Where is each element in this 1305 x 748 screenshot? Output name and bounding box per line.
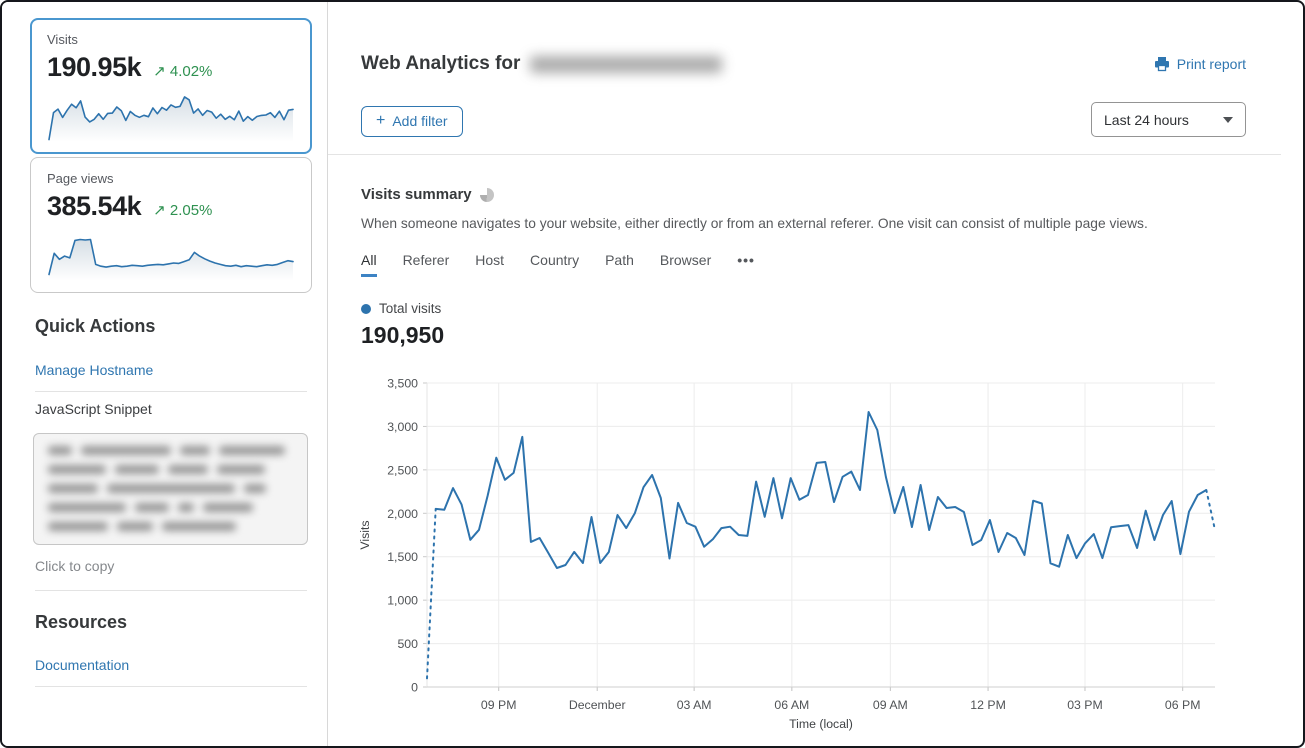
visits-summary-description: When someone navigates to your website, … [361,216,1263,231]
divider [328,154,1281,155]
visits-sparkline [47,91,295,143]
tab-referer[interactable]: Referer [403,252,450,277]
tab-path[interactable]: Path [605,252,634,277]
svg-text:December: December [569,698,626,712]
js-snippet-label: JavaScript Snippet [35,401,152,417]
sidebar: Visits 190.95k ↗ 4.02% Page views 385.54… [2,2,328,746]
total-visits-value: 190,950 [361,322,444,349]
main-content: Web Analytics for Print report + Add fil… [328,2,1303,746]
trend-up-icon: ↗ [153,63,166,80]
svg-text:06 AM: 06 AM [774,698,809,712]
metric-card-label: Page views [47,171,295,186]
metric-card-visits[interactable]: Visits 190.95k ↗ 4.02% [30,18,312,154]
chevron-down-icon [1223,117,1233,123]
trend-up-icon: ↗ [153,202,166,219]
tab-browser[interactable]: Browser [660,252,711,277]
documentation-link[interactable]: Documentation [35,657,129,673]
legend-label: Total visits [379,301,441,316]
svg-text:Time (local): Time (local) [789,717,853,731]
svg-text:Visits: Visits [358,520,372,549]
divider [35,686,307,687]
svg-text:12 PM: 12 PM [970,698,1006,712]
svg-text:09 AM: 09 AM [873,698,908,712]
metric-card-change: ↗ 2.05% [153,201,212,219]
svg-text:0: 0 [411,681,418,695]
click-to-copy-hint: Click to copy [35,558,114,574]
redacted-text-line [48,484,293,493]
redacted-text-line [48,503,293,512]
printer-icon [1154,56,1170,72]
svg-text:1,500: 1,500 [387,550,418,564]
metric-card-label: Visits [47,32,295,47]
time-range-select[interactable]: Last 24 hours [1091,102,1246,137]
svg-text:03 AM: 03 AM [677,698,712,712]
visits-summary-title: Visits summary [361,186,494,203]
svg-text:3,000: 3,000 [387,420,418,434]
metric-card-page-views[interactable]: Page views 385.54k ↗ 2.05% [30,157,312,293]
app-window: Visits 190.95k ↗ 4.02% Page views 385.54… [0,0,1305,748]
tab-host[interactable]: Host [475,252,504,277]
page-title: Web Analytics for [361,53,722,75]
redacted-domain [530,56,722,73]
add-filter-button[interactable]: + Add filter [361,106,463,137]
tab-all[interactable]: All [361,252,377,277]
quick-actions-heading: Quick Actions [35,316,155,337]
divider [35,590,307,591]
help-icon[interactable] [480,188,494,202]
metric-card-value: 385.54k [47,191,141,222]
svg-text:3,500: 3,500 [387,377,418,391]
dimension-tabs: All Referer Host Country Path Browser ••• [361,252,755,277]
resources-heading: Resources [35,612,127,633]
svg-text:1,000: 1,000 [387,594,418,608]
svg-text:03 PM: 03 PM [1067,698,1103,712]
visits-line-chart: 0 500 1,000 1,500 2,000 2,500 3,000 3,500 09 PM D… [328,372,1258,744]
redacted-text-line [48,522,293,531]
svg-text:2,000: 2,000 [387,507,418,521]
svg-text:06 PM: 06 PM [1165,698,1201,712]
print-report-button[interactable]: Print report [1154,56,1246,72]
plus-icon: + [376,113,385,129]
legend-dot-icon [361,304,371,314]
manage-hostname-link[interactable]: Manage Hostname [35,362,153,378]
js-snippet-box[interactable] [33,433,308,545]
chart-legend: Total visits [361,301,441,316]
svg-text:09 PM: 09 PM [481,698,517,712]
page-views-sparkline [47,230,295,282]
tab-overflow-menu[interactable]: ••• [737,252,755,277]
svg-text:2,500: 2,500 [387,463,418,477]
redacted-text-line [48,465,293,474]
redacted-text-line [48,446,293,455]
metric-card-value: 190.95k [47,52,141,83]
svg-text:500: 500 [397,637,418,651]
metric-card-change: ↗ 4.02% [153,62,212,80]
tab-country[interactable]: Country [530,252,579,277]
divider [35,391,307,392]
